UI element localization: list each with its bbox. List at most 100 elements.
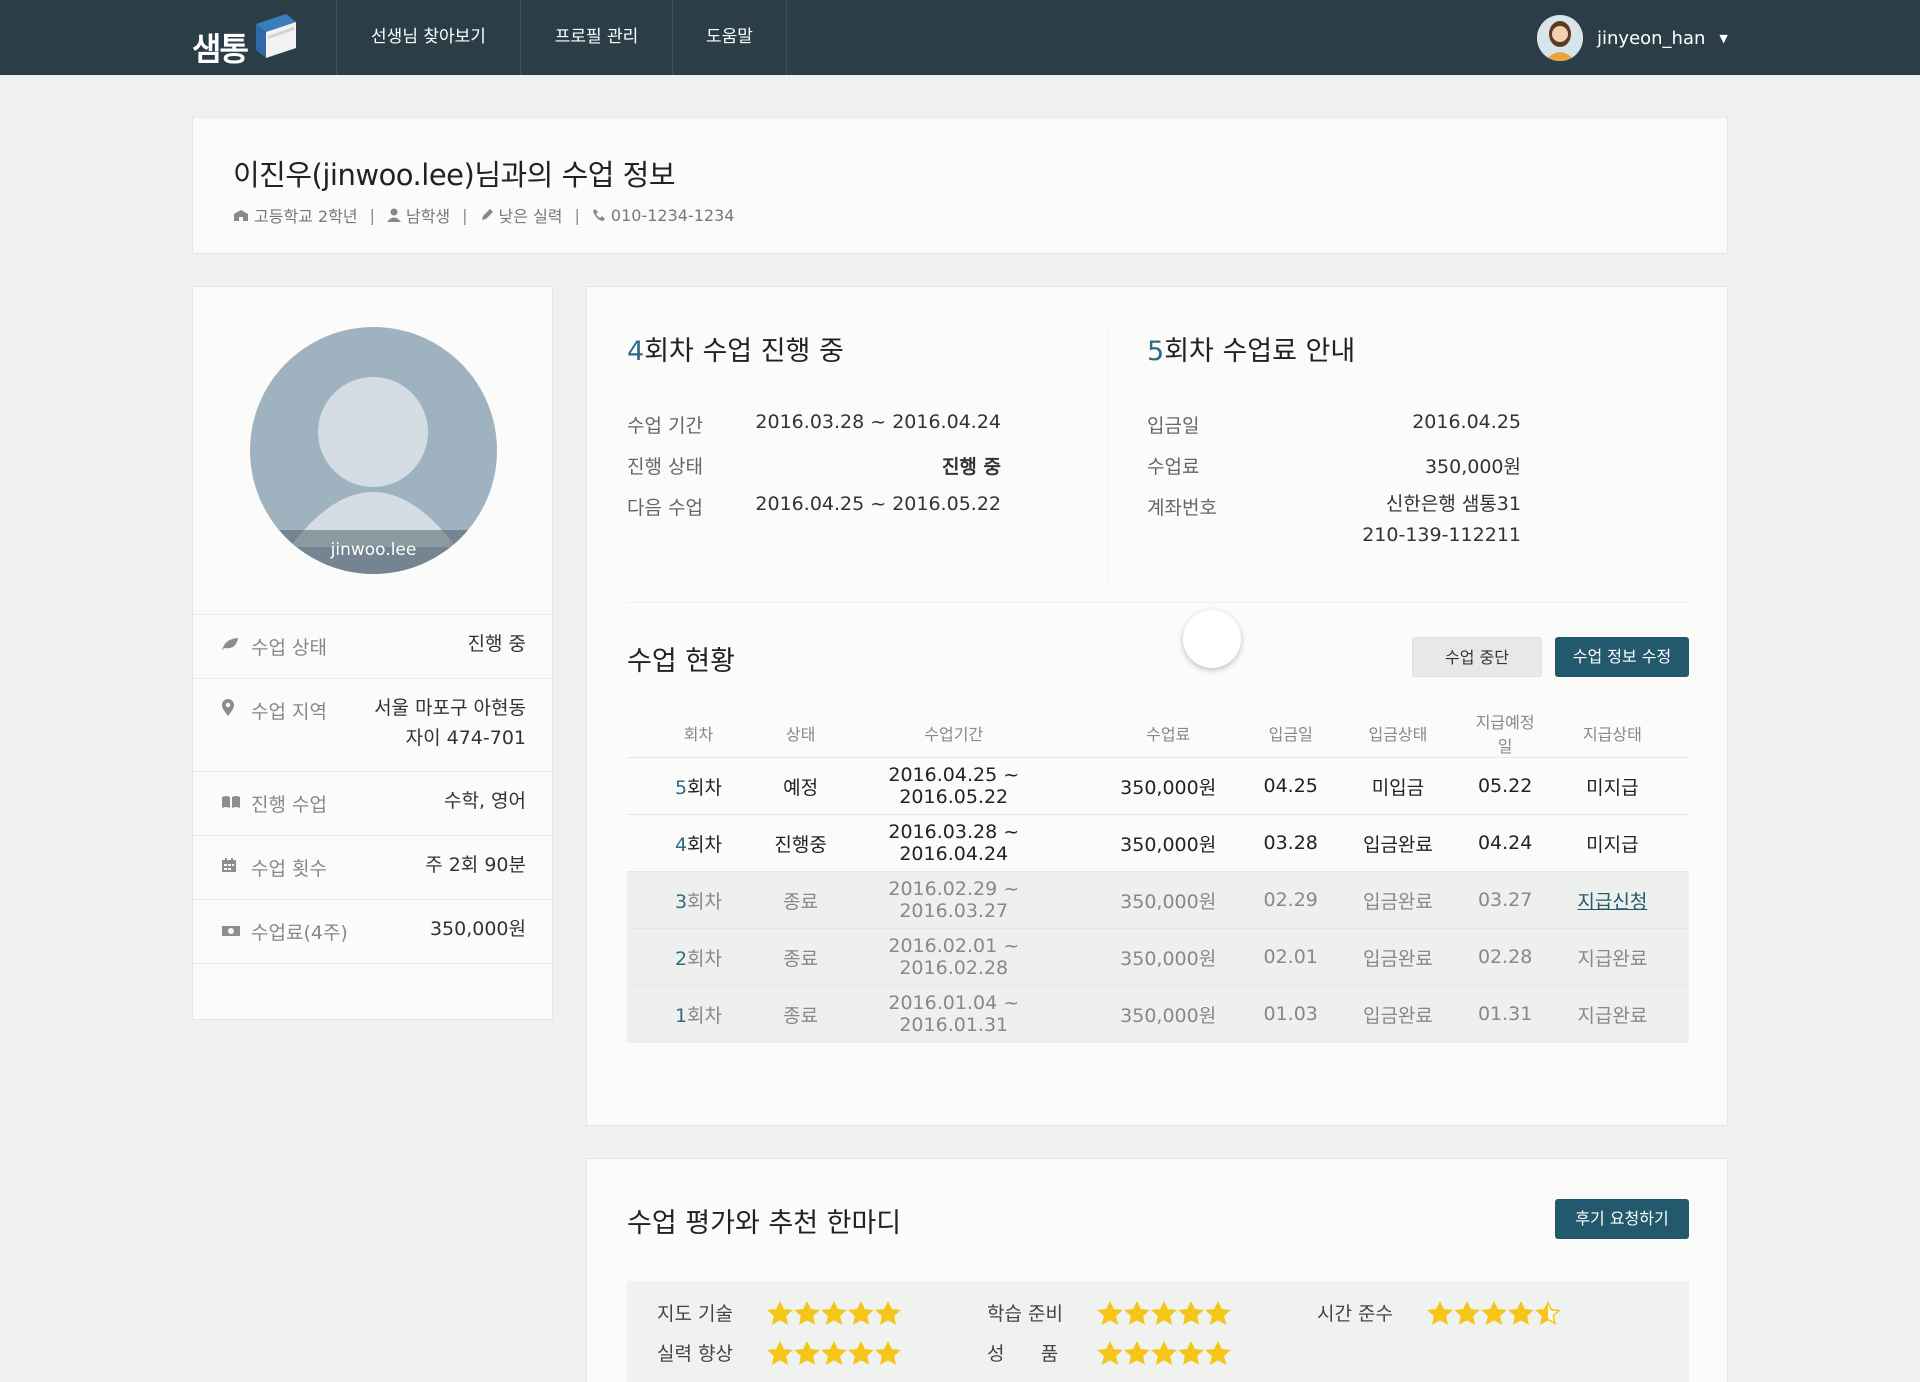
- meta-separator: |: [574, 205, 580, 225]
- rating-label: 지도 기술: [657, 1303, 733, 1325]
- fee-amount-value: 350,000원: [1424, 456, 1521, 478]
- column-header: 입금일: [1268, 725, 1313, 744]
- star-full-icon: [1124, 1300, 1150, 1325]
- row-fee: 350,000원: [1076, 757, 1261, 815]
- user-menu[interactable]: jinyeon_han ▼: [1537, 14, 1728, 62]
- star-full-icon: [821, 1300, 847, 1325]
- row-due-date: 03.27: [1474, 871, 1536, 929]
- current-period-label: 수업 기간: [627, 415, 703, 437]
- student-info-list: 수업 상태 진행 중 수업 지역 서울 마포구 아현동 자이 474-701 진행…: [193, 614, 554, 964]
- row-payment-status: 입금완료: [1321, 871, 1475, 929]
- info-value: 서울 마포구 아현동 자이 474-701: [351, 693, 526, 753]
- row-paid-date: 03.28: [1260, 814, 1322, 872]
- pencil-icon: [481, 209, 493, 220]
- table-row: 5회차 예정 2016.04.25 ~ 2016.05.22 350,000원 04.2…: [627, 757, 1689, 815]
- row-due-date: 01.31: [1474, 985, 1536, 1043]
- column-header: 수업기간: [924, 725, 984, 744]
- star-rating: [1097, 1300, 1232, 1325]
- rating-punctuality: 시간 준수: [1317, 1299, 1562, 1326]
- next-lesson-label: 다음 수업: [627, 497, 703, 519]
- meta-separator: |: [369, 205, 375, 225]
- row-round: 2회차: [627, 928, 770, 986]
- current-period-row: 수업 기간 2016.03.28 ~ 2016.04.24: [627, 411, 1001, 441]
- star-full-icon: [794, 1340, 820, 1365]
- star-full-icon: [1097, 1300, 1123, 1325]
- rating-label: 시간 준수: [1317, 1303, 1393, 1325]
- row-paid-date: 01.03: [1260, 985, 1322, 1043]
- round-number: 5: [674, 776, 688, 799]
- meta-phone-text: 010-1234-1234: [610, 205, 735, 225]
- column-header: 상태: [785, 725, 816, 744]
- deposit-date-value: 2016.04.25: [1412, 411, 1521, 433]
- rating-label: 성 품: [987, 1343, 1059, 1365]
- row-payout-status: 미지급: [1535, 814, 1689, 872]
- round-suffix: 회차: [687, 776, 722, 799]
- star-full-icon: [1454, 1300, 1480, 1325]
- lesson-status-table: 회차 상태 수업기간 수업료 입금일 입금상태 지급예정일 지급상태 5회차 예정…: [627, 709, 1689, 1043]
- rating-improvement: 실력 향상: [657, 1339, 902, 1366]
- calendar-icon: [221, 856, 251, 878]
- school-icon: [234, 210, 248, 221]
- row-fee: 350,000원: [1076, 814, 1261, 872]
- info-label: 수업료(4주): [251, 922, 348, 944]
- row-period: 2016.03.28 ~ 2016.04.24: [831, 814, 1077, 872]
- info-value: 진행 중: [467, 633, 526, 655]
- leaf-icon: [221, 635, 251, 657]
- loading-spinner: [1183, 610, 1241, 668]
- star-full-icon: [1205, 1340, 1231, 1365]
- star-full-icon: [767, 1340, 793, 1365]
- table-row: 3회차 종료 2016.02.29 ~ 2016.03.27 350,000원 02.2…: [627, 871, 1689, 929]
- row-paid-date: 04.25: [1260, 757, 1322, 815]
- logo-text: 샘통: [192, 30, 249, 68]
- rating-label: 실력 향상: [657, 1343, 733, 1365]
- chevron-down-icon: ▼: [1719, 31, 1728, 45]
- row-state: 예정: [769, 757, 832, 815]
- star-full-icon: [875, 1300, 901, 1325]
- row-round: 3회차: [627, 871, 770, 929]
- deposit-date-label: 입금일: [1147, 415, 1200, 437]
- fee-amount-label: 수업료: [1147, 456, 1200, 478]
- row-state: 종료: [769, 928, 832, 986]
- edit-lesson-button[interactable]: 수업 정보 수정: [1555, 637, 1689, 677]
- current-lesson-number: 4: [627, 336, 645, 367]
- payout-request-link[interactable]: 지급신청: [1577, 891, 1647, 913]
- request-review-button[interactable]: 후기 요청하기: [1555, 1199, 1689, 1239]
- meta-level: 낮은 실력: [480, 203, 563, 227]
- info-value: 수학, 영어: [444, 790, 526, 812]
- nav-help[interactable]: 도움말: [673, 0, 787, 75]
- row-payout-status: 지급완료: [1535, 928, 1689, 986]
- star-full-icon: [1205, 1300, 1231, 1325]
- row-payment-status: 입금완료: [1321, 985, 1475, 1043]
- row-round: 1회차: [627, 985, 770, 1043]
- fee-amount-row: 수업료 350,000원: [1147, 452, 1521, 482]
- evaluation-title: 수업 평가와 추천 한마디: [627, 1208, 902, 1239]
- logo-book-icon: [256, 14, 296, 58]
- current-period-value: 2016.03.28 ~ 2016.04.24: [755, 411, 1001, 433]
- column-header: 회차: [683, 725, 714, 744]
- logo[interactable]: 샘통: [192, 8, 297, 68]
- row-period: 2016.04.25 ~ 2016.05.22: [831, 757, 1077, 815]
- info-label: 수업 지역: [251, 701, 327, 723]
- map-marker-icon: [221, 699, 251, 722]
- lesson-status-title: 수업 현황: [627, 646, 735, 677]
- round-suffix: 회차: [687, 1004, 722, 1027]
- round-suffix: 회차: [687, 890, 722, 913]
- next-lesson-row: 다음 수업 2016.04.25 ~ 2016.05.22: [627, 493, 1001, 523]
- round-number: 2: [674, 947, 688, 970]
- meta-separator: |: [462, 205, 468, 225]
- row-payout-status: 지급신청: [1535, 871, 1689, 929]
- nav-profile-manage[interactable]: 프로필 관리: [521, 0, 673, 75]
- round-number: 3: [674, 890, 688, 913]
- star-full-icon: [1178, 1340, 1204, 1365]
- current-lesson-title: 4회차 수업 진행 중: [627, 329, 844, 368]
- info-row-frequency: 수업 횟수 주 2회 90분: [193, 835, 554, 899]
- nav-find-teacher[interactable]: 선생님 찾아보기: [337, 0, 521, 75]
- star-full-icon: [1481, 1300, 1507, 1325]
- fee-notice-number: 5: [1147, 336, 1165, 367]
- row-period: 2016.02.01 ~ 2016.02.28: [831, 928, 1077, 986]
- stop-lesson-button[interactable]: 수업 중단: [1412, 637, 1542, 677]
- rating-box: 지도 기술 학습 준비 시간 준수 실력 향상 성 품: [627, 1281, 1689, 1382]
- account-number: 210-139-112211: [1362, 524, 1521, 546]
- money-icon: [221, 920, 251, 942]
- star-full-icon: [1427, 1300, 1453, 1325]
